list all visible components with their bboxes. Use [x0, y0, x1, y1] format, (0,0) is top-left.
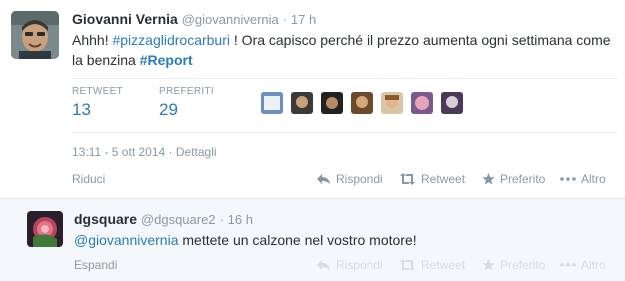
reply-time[interactable]: 16 h — [228, 212, 253, 227]
reply-button[interactable]: Rispondi — [316, 258, 383, 272]
more-dots-icon — [560, 177, 576, 181]
avatar[interactable] — [411, 92, 433, 114]
reply-button[interactable]: Rispondi — [316, 172, 383, 186]
timestamp-separator: · — [282, 12, 287, 27]
stats-divider — [72, 132, 617, 133]
reply-author-username[interactable]: @dgsquare2 — [141, 212, 216, 227]
favorite-button[interactable]: Preferito — [482, 258, 545, 272]
tweet-author-username[interactable]: @giovannivernia — [182, 12, 279, 27]
reply-text-body: mettete un calzone nel vostro motore! — [178, 232, 417, 248]
tweet-time[interactable]: 17 h — [291, 12, 316, 27]
stats-divider — [72, 78, 617, 79]
retweet-icon — [400, 173, 415, 185]
more-label: Altro — [581, 258, 606, 272]
favorite-button[interactable]: Preferito — [482, 172, 545, 186]
retweet-button[interactable]: Retweet — [399, 172, 465, 186]
mention-link[interactable]: @giovannivernia — [74, 232, 179, 248]
star-icon — [482, 173, 495, 185]
favorites-stat-label: PREFERITI — [159, 86, 214, 97]
favorites-count: 29 — [159, 100, 178, 119]
reply-label: Rispondi — [336, 258, 383, 272]
retweet-icon — [400, 259, 415, 271]
hashtag-link[interactable]: #pizzaglidrocarburi — [112, 32, 230, 48]
star-icon — [482, 259, 495, 271]
avatar[interactable] — [261, 92, 283, 114]
expand-button[interactable]: Espandi — [74, 258, 117, 272]
avatar[interactable] — [351, 92, 373, 114]
reply-actions: Espandi Rispondi Retweet Preferito Altro — [0, 258, 625, 274]
favorite-label: Preferito — [500, 172, 546, 186]
tweet-text: Ahhh! #pizzaglidrocarburi ! Ora capisco … — [72, 30, 617, 70]
favorite-label: Preferito — [500, 258, 546, 272]
tweet-author-name[interactable]: Giovanni Vernia — [72, 11, 178, 27]
avatar[interactable] — [441, 92, 463, 114]
tweet-actions: Riduci Rispondi Retweet Preferito Altro — [0, 172, 625, 188]
hashtag-link[interactable]: #Report — [140, 52, 193, 68]
details-link[interactable]: Dettagli — [176, 145, 217, 159]
reply-author-name[interactable]: dgsquare — [74, 211, 137, 227]
more-button[interactable]: Altro — [560, 258, 606, 272]
tweet-datetime-text[interactable]: 13:11 - 5 ott 2014 — [72, 145, 165, 159]
avatar[interactable] — [321, 92, 343, 114]
main-tweet: Giovanni Vernia @giovannivernia · 17 h A… — [0, 0, 625, 199]
more-dots-icon — [560, 263, 576, 267]
retweet-button[interactable]: Retweet — [399, 258, 465, 272]
retweet-stat[interactable]: RETWEET 13 — [72, 86, 123, 120]
reply-text: @giovannivernia mettete un calzone nel v… — [74, 232, 417, 248]
timestamp-separator: · — [219, 212, 224, 227]
tweet-text-start: Ahhh! — [72, 32, 113, 48]
retweet-stat-label: RETWEET — [72, 86, 123, 97]
retweet-label: Retweet — [421, 172, 466, 186]
tweet-datetime: 13:11 - 5 ott 2014 · Dettagli — [72, 145, 217, 159]
datetime-separator: · — [168, 145, 173, 159]
avatar[interactable] — [291, 92, 313, 114]
collapse-button[interactable]: Riduci — [72, 172, 105, 186]
tweet-header: Giovanni Vernia @giovannivernia · 17 h — [72, 11, 316, 27]
retweet-count: 13 — [72, 100, 91, 119]
reply-label: Rispondi — [336, 172, 383, 186]
avatar[interactable] — [27, 211, 63, 247]
more-button[interactable]: Altro — [560, 172, 606, 186]
favorites-stat[interactable]: PREFERITI 29 — [159, 86, 214, 120]
avatar[interactable] — [381, 92, 403, 114]
more-label: Altro — [581, 172, 606, 186]
retweet-label: Retweet — [421, 258, 466, 272]
reply-header: dgsquare @dgsquare2 · 16 h — [74, 211, 253, 227]
reply-icon — [317, 174, 330, 184]
reply-icon — [317, 260, 330, 270]
avatar[interactable] — [11, 11, 59, 59]
